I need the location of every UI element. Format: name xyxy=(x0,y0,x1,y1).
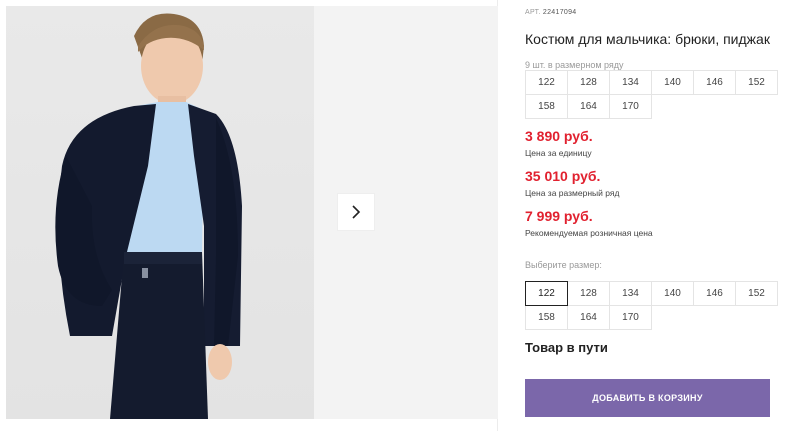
retail-price: 7 999 руб. xyxy=(525,208,593,224)
pack-size: 140 xyxy=(651,70,694,95)
pack-note: 9 шт. в размерном ряду xyxy=(525,60,624,70)
product-gallery xyxy=(0,0,498,431)
pack-size: 122 xyxy=(525,70,568,95)
article-value: 22417094 xyxy=(542,9,577,16)
size-option-146[interactable]: 146 xyxy=(693,281,736,306)
product-photo[interactable] xyxy=(6,6,314,419)
size-option-134[interactable]: 134 xyxy=(609,281,652,306)
next-image-button[interactable] xyxy=(337,193,375,231)
boy-in-suit-image xyxy=(55,13,242,419)
unit-price: 3 890 руб. xyxy=(525,128,593,144)
pack-size-grid: 122 128 134 140 146 152 158 164 170 xyxy=(525,70,778,119)
chevron-right-icon xyxy=(352,205,361,219)
size-selector: 122 128 134 140 146 152 158 164 170 xyxy=(525,281,778,330)
availability-status: Товар в пути xyxy=(525,340,608,355)
pack-size: 152 xyxy=(735,70,778,95)
size-option-128[interactable]: 128 xyxy=(567,281,610,306)
pack-size: 128 xyxy=(567,70,610,95)
pack-size: 146 xyxy=(693,70,736,95)
article-label: АРТ. xyxy=(525,9,541,16)
product-info: АРТ. 22417094 Костюм для мальчика: брюки… xyxy=(525,0,778,431)
pack-size: 164 xyxy=(567,94,610,119)
size-option-158[interactable]: 158 xyxy=(525,305,568,330)
size-option-122[interactable]: 122 xyxy=(525,281,568,306)
size-option-152[interactable]: 152 xyxy=(735,281,778,306)
retail-price-label: Рекомендуемая розничная цена xyxy=(525,228,653,238)
pack-price: 35 010 руб. xyxy=(525,168,601,184)
product-title: Костюм для мальчика: брюки, пиджак xyxy=(525,31,770,47)
size-option-140[interactable]: 140 xyxy=(651,281,694,306)
pack-size: 170 xyxy=(609,94,652,119)
pack-price-label: Цена за размерный ряд xyxy=(525,188,620,198)
article-number: АРТ. 22417094 xyxy=(525,9,576,16)
pack-size: 134 xyxy=(609,70,652,95)
unit-price-label: Цена за единицу xyxy=(525,148,592,158)
size-option-170[interactable]: 170 xyxy=(609,305,652,330)
add-to-cart-button[interactable]: ДОБАВИТЬ В КОРЗИНУ xyxy=(525,379,770,417)
size-option-164[interactable]: 164 xyxy=(567,305,610,330)
choose-size-label: Выберите размер: xyxy=(525,260,602,270)
pack-size: 158 xyxy=(525,94,568,119)
